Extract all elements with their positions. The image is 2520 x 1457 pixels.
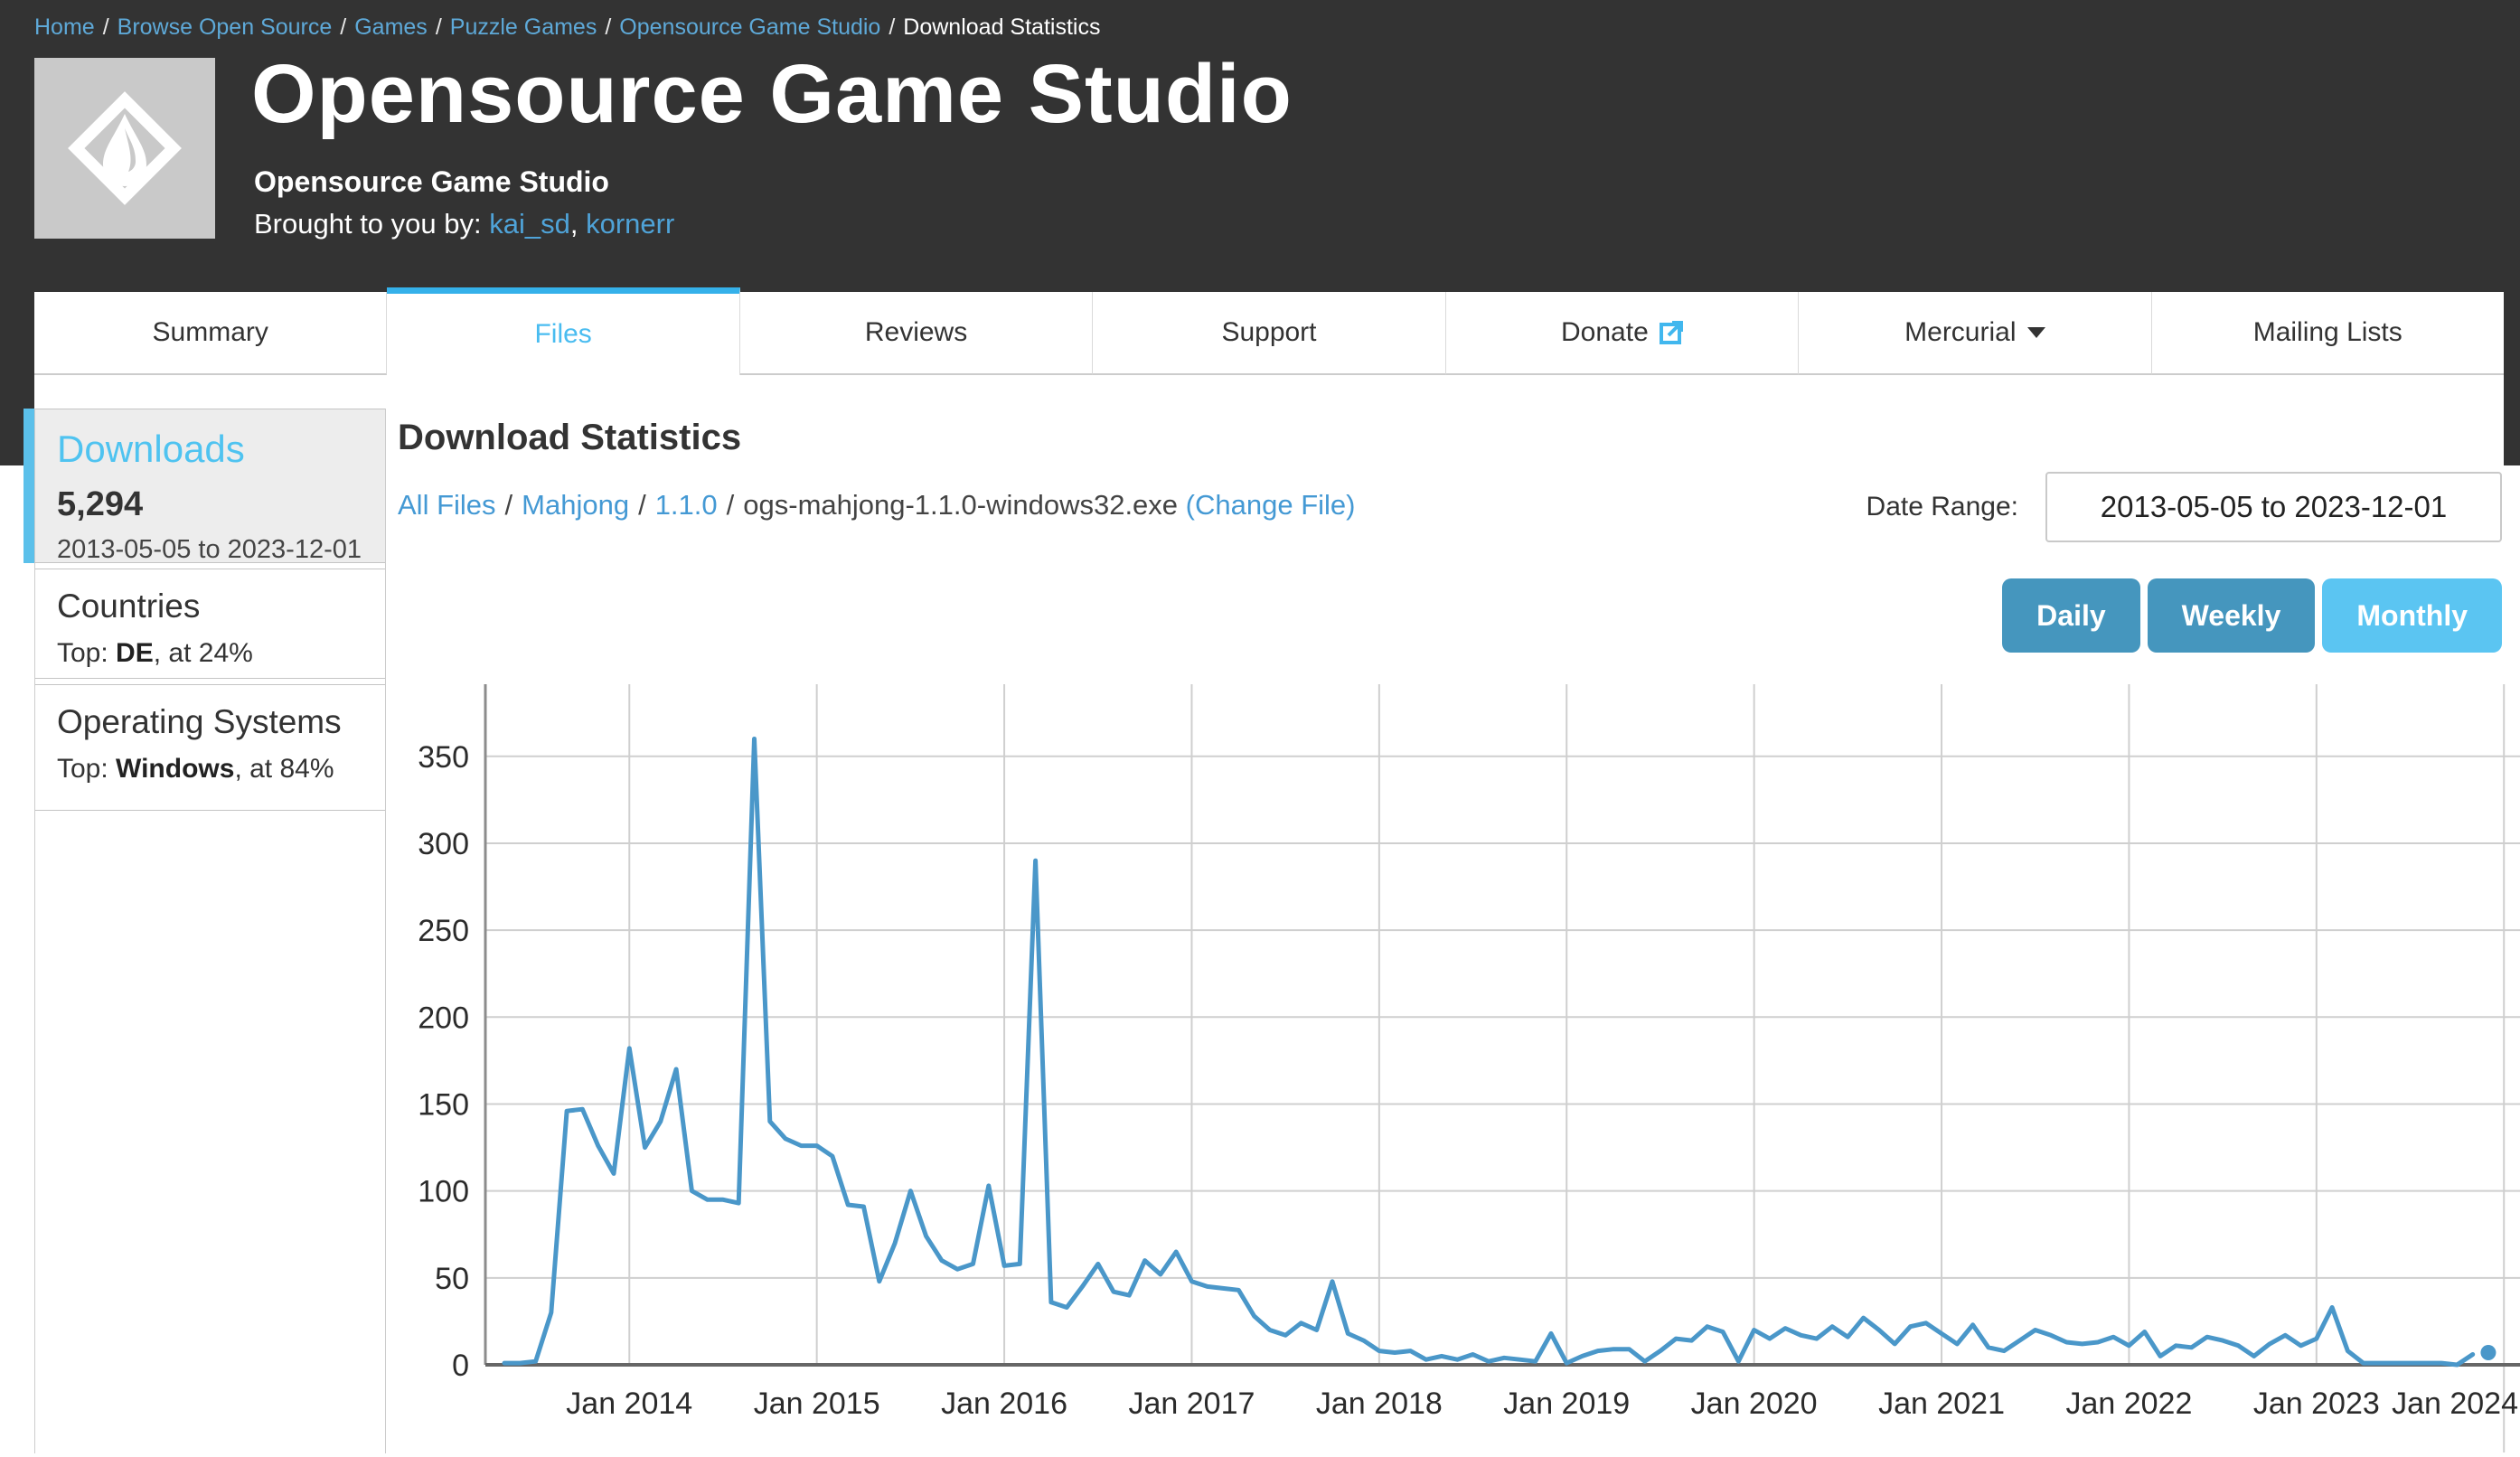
- page-title: Opensource Game Studio: [251, 47, 1293, 142]
- svg-text:200: 200: [418, 1001, 469, 1035]
- sidebar-item-countries[interactable]: Countries Top: DE, at 24%: [35, 569, 385, 679]
- countries-top-value: DE: [116, 638, 154, 668]
- sidebar-countries-title: Countries: [57, 588, 363, 625]
- tab-mercurial-label: Mercurial: [1904, 317, 2016, 348]
- breadcrumb-current-page: Download Statistics: [903, 14, 1100, 40]
- tab-donate-label: Donate: [1561, 317, 1649, 348]
- breadcrumb-puzzle-games[interactable]: Puzzle Games: [450, 14, 597, 40]
- tab-summary-label: Summary: [153, 317, 268, 348]
- file-breadcrumb-separator: /: [727, 489, 735, 521]
- svg-text:0: 0: [452, 1349, 469, 1383]
- external-link-icon: [1660, 321, 1683, 344]
- brought-by-label: Brought to you by:: [254, 208, 482, 240]
- sidebar-downloads-title: Downloads: [57, 428, 363, 471]
- granularity-buttons: Daily Weekly Monthly: [2002, 578, 2502, 653]
- svg-text:Jan 2018: Jan 2018: [1316, 1386, 1443, 1421]
- countries-top-suffix: , at 24%: [154, 638, 253, 668]
- svg-text:50: 50: [435, 1262, 469, 1296]
- date-range-label: Date Range:: [1866, 492, 2018, 522]
- os-top-value: Windows: [116, 754, 234, 784]
- os-top-stat: Top: Windows, at 84%: [57, 754, 363, 785]
- breadcrumb-separator: /: [103, 14, 109, 40]
- svg-text:Jan 2016: Jan 2016: [941, 1386, 1067, 1421]
- svg-text:350: 350: [418, 740, 469, 775]
- tab-reviews[interactable]: Reviews: [740, 292, 1093, 375]
- tab-support-label: Support: [1221, 317, 1316, 348]
- tab-mercurial[interactable]: Mercurial: [1799, 292, 2151, 375]
- breadcrumb: Home / Browse Open Source / Games / Puzzle Gam…: [34, 14, 1100, 41]
- os-top-prefix: Top:: [57, 754, 116, 784]
- file-breadcrumb-all-files[interactable]: All Files: [398, 489, 496, 521]
- sidebar-item-downloads[interactable]: Downloads 5,294 2013-05-05 to 2023-12-01: [35, 409, 385, 563]
- content-area: Downloads 5,294 2013-05-05 to 2023-12-01…: [34, 375, 2504, 1453]
- svg-text:Jan 2020: Jan 2020: [1691, 1386, 1818, 1421]
- breadcrumb-separator: /: [436, 14, 442, 40]
- breadcrumb-separator: /: [889, 14, 895, 40]
- daily-button[interactable]: Daily: [2002, 578, 2139, 653]
- monthly-button[interactable]: Monthly: [2322, 578, 2502, 653]
- tab-reviews-label: Reviews: [865, 317, 967, 348]
- weekly-button[interactable]: Weekly: [2148, 578, 2316, 653]
- svg-text:Jan 2023: Jan 2023: [2253, 1386, 2380, 1421]
- maintainer-link-kornerr[interactable]: kornerr: [586, 208, 674, 240]
- svg-text:Jan 2021: Jan 2021: [1878, 1386, 2005, 1421]
- downloads-chart-svg[interactable]: 0 50 100 150 200 250 300 350 Jan 2014 Jan 2015 Jan…: [398, 673, 2520, 1452]
- project-logo: [34, 58, 215, 239]
- tab-mailing-lists-label: Mailing Lists: [2253, 317, 2402, 348]
- maintainer-link-kai-sd[interactable]: kai_sd: [489, 208, 570, 240]
- file-breadcrumb-separator: /: [638, 489, 646, 521]
- file-breadcrumb-mahjong[interactable]: Mahjong: [522, 489, 629, 521]
- downloads-count: 5,294: [57, 485, 363, 524]
- svg-text:Jan 2024: Jan 2024: [2392, 1386, 2518, 1421]
- maintainer-separator: ,: [570, 208, 586, 240]
- svg-text:250: 250: [418, 914, 469, 948]
- tab-summary[interactable]: Summary: [34, 292, 387, 375]
- file-breadcrumb: All Files/Mahjong/1.1.0/ogs-mahjong-1.1.…: [398, 489, 1355, 522]
- os-top-suffix: , at 84%: [234, 754, 334, 784]
- tab-files[interactable]: Files: [387, 287, 739, 375]
- file-breadcrumb-version[interactable]: 1.1.0: [655, 489, 718, 521]
- tab-donate[interactable]: Donate: [1446, 292, 1799, 375]
- project-tabs: Summary Files Reviews Support Donate Mer…: [34, 287, 2504, 375]
- breadcrumb-project[interactable]: Opensource Game Studio: [619, 14, 880, 40]
- svg-text:Jan 2017: Jan 2017: [1128, 1386, 1255, 1421]
- sidebar-item-operating-systems[interactable]: Operating Systems Top: Windows, at 84%: [35, 684, 385, 811]
- tab-mailing-lists[interactable]: Mailing Lists: [2152, 292, 2504, 375]
- svg-text:300: 300: [418, 827, 469, 861]
- svg-text:Jan 2015: Jan 2015: [754, 1386, 880, 1421]
- downloads-date-range: 2013-05-05 to 2023-12-01: [57, 535, 363, 565]
- svg-text:Jan 2022: Jan 2022: [2065, 1386, 2192, 1421]
- stats-sidebar: Downloads 5,294 2013-05-05 to 2023-12-01…: [34, 409, 386, 1453]
- sidebar-os-title: Operating Systems: [57, 703, 363, 741]
- svg-text:150: 150: [418, 1087, 469, 1122]
- date-range-control: Date Range:: [1866, 472, 2502, 542]
- breadcrumb-browse-open-source[interactable]: Browse Open Source: [118, 14, 333, 40]
- chevron-down-icon: [2027, 327, 2045, 338]
- droplet-diamond-icon: [34, 58, 215, 239]
- countries-top-stat: Top: DE, at 24%: [57, 638, 363, 669]
- date-range-input[interactable]: [2045, 472, 2502, 542]
- svg-text:100: 100: [418, 1175, 469, 1209]
- page-heading: Download Statistics: [398, 418, 741, 458]
- brought-to-you-by: Brought to you by: kai_sd, kornerr: [254, 208, 674, 240]
- file-breadcrumb-filename: ogs-mahjong-1.1.0-windows32.exe: [743, 489, 1178, 521]
- downloads-chart[interactable]: 0 50 100 150 200 250 300 350 Jan 2014 Jan 2015 Jan…: [398, 673, 2520, 1452]
- breadcrumb-separator: /: [340, 14, 346, 40]
- breadcrumb-games[interactable]: Games: [354, 14, 428, 40]
- change-file-link[interactable]: (Change File): [1186, 489, 1356, 521]
- project-subtitle: Opensource Game Studio: [254, 165, 609, 199]
- countries-top-prefix: Top:: [57, 638, 116, 668]
- svg-text:Jan 2014: Jan 2014: [566, 1386, 692, 1421]
- breadcrumb-home[interactable]: Home: [34, 14, 95, 40]
- svg-text:Jan 2019: Jan 2019: [1503, 1386, 1630, 1421]
- breadcrumb-separator: /: [605, 14, 611, 40]
- tab-support[interactable]: Support: [1093, 292, 1445, 375]
- file-breadcrumb-separator: /: [505, 489, 513, 521]
- tab-files-label: Files: [534, 319, 591, 350]
